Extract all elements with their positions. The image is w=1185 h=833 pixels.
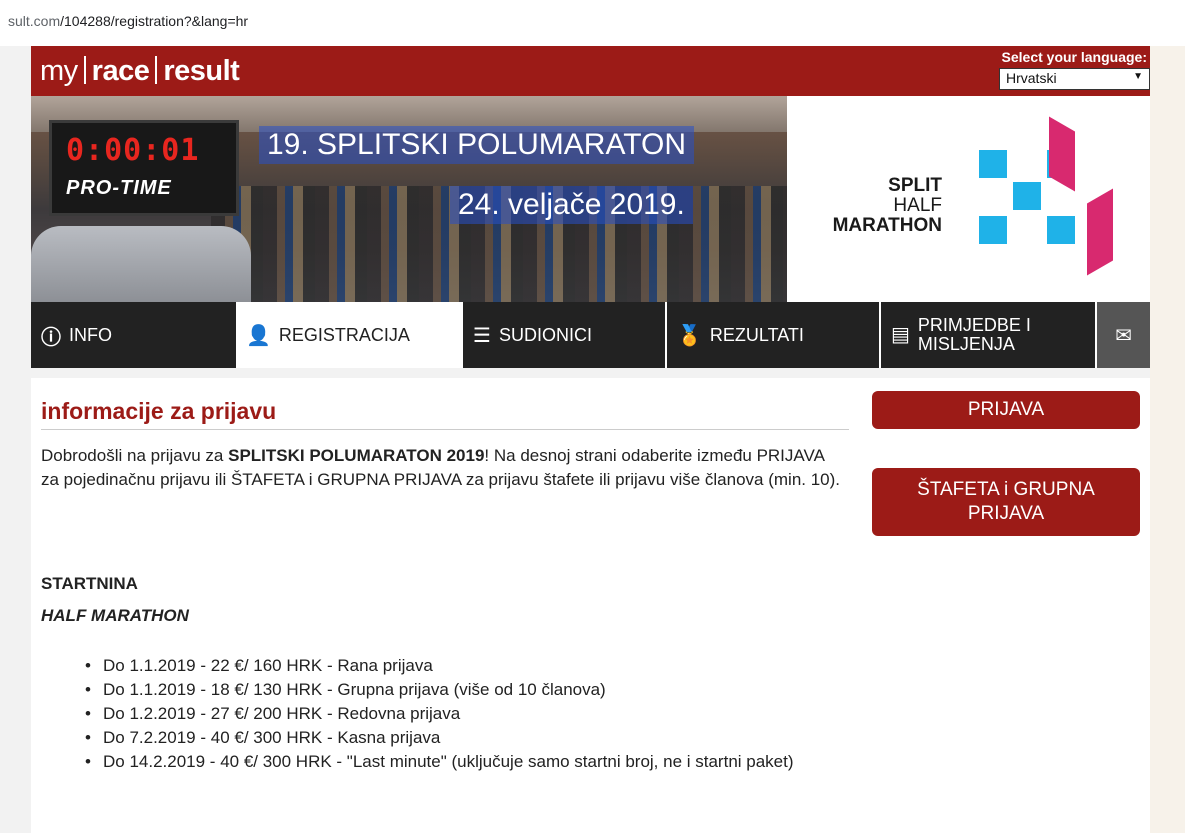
- fee-heading: STARTNINA: [41, 574, 138, 593]
- race-clock-time: 0:00:01: [66, 133, 200, 168]
- tab-primjedbe-line1: PRIMJEDBE I: [917, 315, 1031, 335]
- url-prefix: sult.com: [8, 13, 61, 29]
- list-item: Do 14.2.2019 - 40 €/ 300 HRK - "Last min…: [85, 750, 865, 774]
- tab-primjedbe-label: PRIMJEDBE I MISLJENJA: [918, 316, 1031, 354]
- tab-primjedbe[interactable]: ▤ PRIMJEDBE I MISLJENJA: [881, 302, 1095, 368]
- tab-registracija[interactable]: 👤 REGISTRACIJA: [236, 302, 463, 368]
- tab-info[interactable]: ⓘ INFO: [31, 302, 236, 368]
- logo-part-my: my: [40, 55, 78, 87]
- medal-icon: 🏅: [677, 324, 702, 347]
- race-clock: 0:00:01 PRO-TIME: [49, 120, 239, 216]
- user-add-icon: 👤: [246, 324, 271, 347]
- tab-rezultati-label: REZULTATI: [709, 324, 804, 345]
- lead-car: [31, 226, 251, 302]
- split-half-marathon-logo: SPLIT HALF MARATHON: [787, 96, 1150, 302]
- logo-stripe: [1087, 188, 1113, 276]
- intro-text: Dobrodošli na prijavu za SPLITSKI POLUMA…: [41, 444, 841, 492]
- logo-separator: [83, 56, 86, 84]
- language-select[interactable]: Hrvatski ▼: [999, 68, 1150, 90]
- tab-sudionici[interactable]: ☰ SUDIONICI: [463, 302, 665, 368]
- main-nav: ⓘ INFO 👤 REGISTRACIJA ☰ SUDIONICI 🏅 REZULTAT…: [31, 302, 1150, 368]
- list-item: Do 1.2.2019 - 27 €/ 200 HRK - Redovna pr…: [85, 702, 865, 726]
- intro-pre: Dobrodošli na prijavu za: [41, 446, 229, 465]
- comment-icon: ▤: [891, 323, 910, 346]
- list-item: Do 1.1.2019 - 18 €/ 130 HRK - Grupna pri…: [85, 678, 865, 702]
- prijava-button[interactable]: PRIJAVA: [872, 391, 1140, 429]
- url-path: /104288/registration?&lang=hr: [60, 13, 249, 29]
- tab-rezultati[interactable]: 🏅 REZULTATI: [667, 302, 879, 368]
- fee-list: Do 1.1.2019 - 22 €/ 160 HRK - Rana prija…: [85, 654, 865, 774]
- intro-event-name: SPLITSKI POLUMARATON 2019: [228, 446, 485, 465]
- logo-word-2: HALF: [893, 195, 942, 216]
- logo-square: [1013, 182, 1041, 210]
- list-item: Do 7.2.2019 - 40 €/ 300 HRK - Kasna prij…: [85, 726, 865, 750]
- registration-content: informacije za prijavu Dobrodošli na pri…: [31, 378, 1150, 833]
- fee-subheading: HALF MARATHON: [41, 606, 189, 625]
- logo-square: [979, 150, 1007, 178]
- logo-square: [979, 216, 1007, 244]
- language-selected-value: Hrvatski: [1006, 70, 1057, 86]
- logo-square: [1047, 216, 1075, 244]
- logo-separator: [155, 56, 158, 84]
- logo-word-3: MARATHON: [832, 215, 942, 236]
- banner-photo: 0:00:01 PRO-TIME 19. SPLITSKI POLUMARATO…: [31, 96, 787, 302]
- logo-part-result: result: [163, 55, 240, 87]
- dropdown-arrow-icon: ▼: [1133, 71, 1143, 82]
- tab-registracija-label: REGISTRACIJA: [278, 324, 410, 345]
- page-title: informacije za prijavu: [41, 398, 277, 424]
- race-clock-brand: PRO-TIME: [66, 177, 172, 199]
- banner-title: 19. SPLITSKI POLUMARATON: [259, 126, 695, 164]
- list-item: Do 1.1.2019 - 22 €/ 160 HRK - Rana prija…: [85, 654, 865, 678]
- event-banner: 0:00:01 PRO-TIME 19. SPLITSKI POLUMARATO…: [31, 96, 1150, 302]
- language-label: Select your language:: [1001, 49, 1147, 65]
- tab-info-label: INFO: [69, 324, 112, 345]
- browser-address-bar[interactable]: sult.com/104288/registration?&lang=hr: [0, 0, 1185, 46]
- stafeta-grupna-prijava-button[interactable]: ŠTAFETA i GRUPNA PRIJAVA: [872, 468, 1140, 536]
- logo-wordmark: SPLIT HALF MARATHON: [827, 176, 942, 236]
- contact-button[interactable]: ✉: [1097, 302, 1150, 368]
- list-icon: ☰: [473, 324, 491, 347]
- envelope-icon: ✉: [1115, 324, 1132, 347]
- banner-date: 24. veljače 2019.: [450, 186, 693, 224]
- page-background-right: [1150, 46, 1185, 833]
- myraceresult-logo[interactable]: my race result: [40, 55, 240, 88]
- tab-sudionici-label: SUDIONICI: [498, 324, 592, 345]
- logo-stripe: [1049, 116, 1075, 192]
- url-text[interactable]: sult.com/104288/registration?&lang=hr: [8, 13, 248, 29]
- logo-part-race: race: [91, 55, 150, 87]
- tab-primjedbe-line2: MISLJENJA: [917, 334, 1015, 354]
- info-icon: ⓘ: [41, 326, 61, 349]
- site-header: my race result Select your language: Hrvat…: [31, 46, 1150, 96]
- logo-word-1: SPLIT: [888, 175, 942, 196]
- title-divider: [41, 429, 849, 430]
